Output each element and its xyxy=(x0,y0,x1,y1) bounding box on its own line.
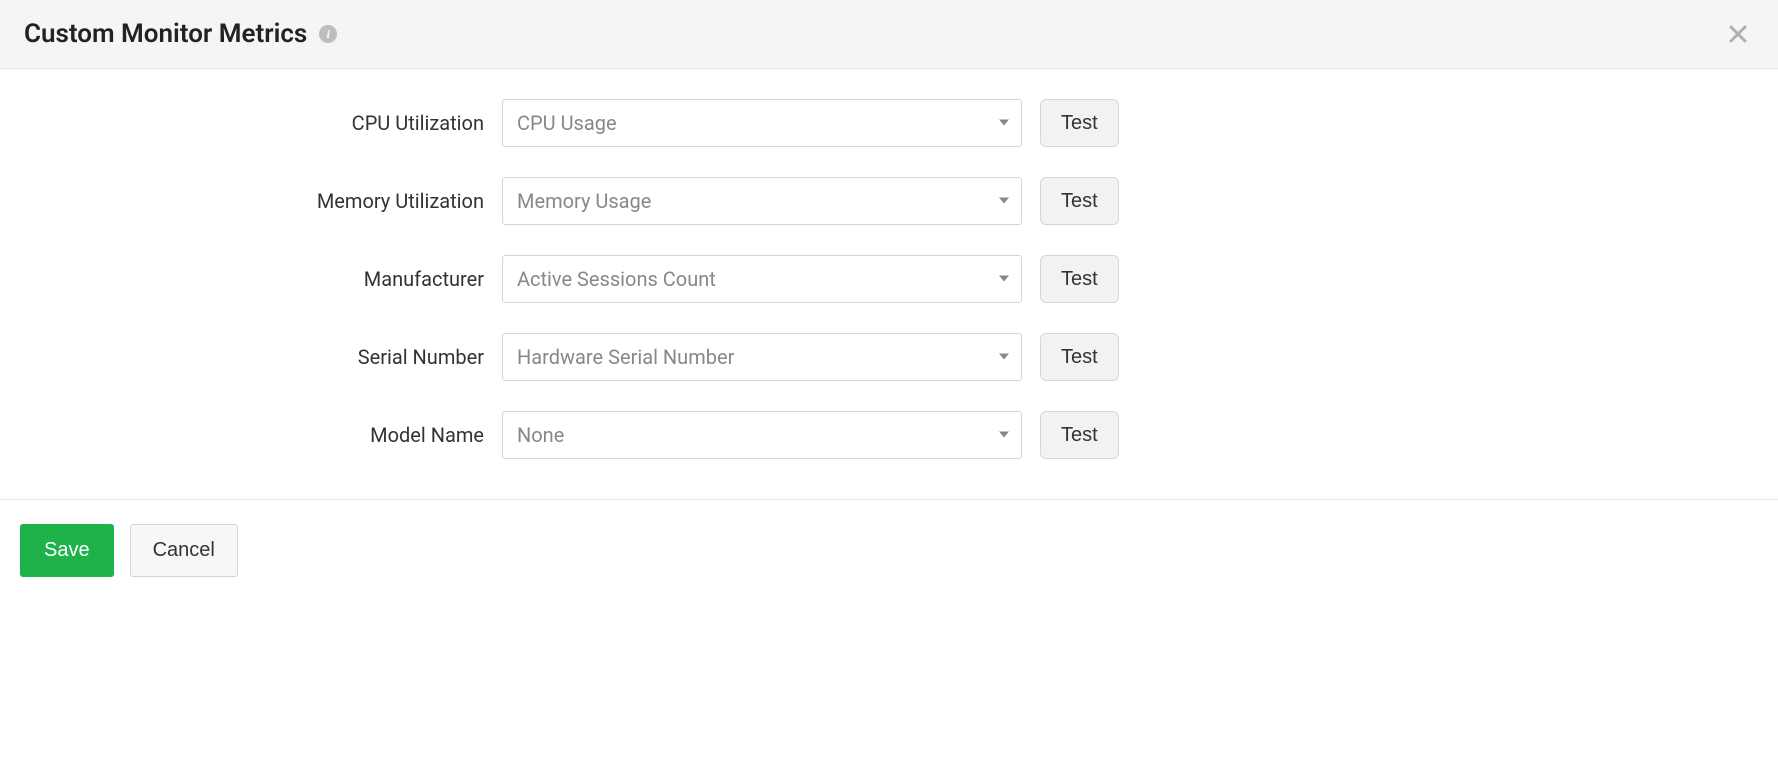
label-serial-number: Serial Number xyxy=(24,345,484,369)
select-memory-utilization[interactable]: Memory Usage xyxy=(502,177,1022,225)
select-value: Active Sessions Count xyxy=(502,255,1022,303)
label-model-name: Model Name xyxy=(24,423,484,447)
test-button-model[interactable]: Test xyxy=(1040,411,1119,459)
select-serial-number[interactable]: Hardware Serial Number xyxy=(502,333,1022,381)
row-serial-number: Serial Number Hardware Serial Number Tes… xyxy=(24,333,1754,381)
save-button[interactable]: Save xyxy=(20,524,114,577)
test-button-serial[interactable]: Test xyxy=(1040,333,1119,381)
select-cpu-utilization[interactable]: CPU Usage xyxy=(502,99,1022,147)
test-button-manufacturer[interactable]: Test xyxy=(1040,255,1119,303)
select-model-name[interactable]: None xyxy=(502,411,1022,459)
test-button-memory[interactable]: Test xyxy=(1040,177,1119,225)
select-value: CPU Usage xyxy=(502,99,1022,147)
select-value: Hardware Serial Number xyxy=(502,333,1022,381)
select-manufacturer[interactable]: Active Sessions Count xyxy=(502,255,1022,303)
select-value: Memory Usage xyxy=(502,177,1022,225)
label-memory-utilization: Memory Utilization xyxy=(24,189,484,213)
row-memory-utilization: Memory Utilization Memory Usage Test xyxy=(24,177,1754,225)
label-manufacturer: Manufacturer xyxy=(24,267,484,291)
modal-title-wrap: Custom Monitor Metrics i xyxy=(24,19,337,49)
modal-header: Custom Monitor Metrics i xyxy=(0,0,1778,69)
row-model-name: Model Name None Test xyxy=(24,411,1754,459)
info-icon[interactable]: i xyxy=(319,25,337,43)
cancel-button[interactable]: Cancel xyxy=(130,524,238,577)
form-area: CPU Utilization CPU Usage Test Memory Ut… xyxy=(0,69,1778,499)
modal-footer: Save Cancel xyxy=(0,499,1778,601)
select-value: None xyxy=(502,411,1022,459)
modal-title: Custom Monitor Metrics xyxy=(24,19,307,49)
row-cpu-utilization: CPU Utilization CPU Usage Test xyxy=(24,99,1754,147)
test-button-cpu[interactable]: Test xyxy=(1040,99,1119,147)
label-cpu-utilization: CPU Utilization xyxy=(24,111,484,135)
close-icon[interactable] xyxy=(1722,18,1754,50)
row-manufacturer: Manufacturer Active Sessions Count Test xyxy=(24,255,1754,303)
